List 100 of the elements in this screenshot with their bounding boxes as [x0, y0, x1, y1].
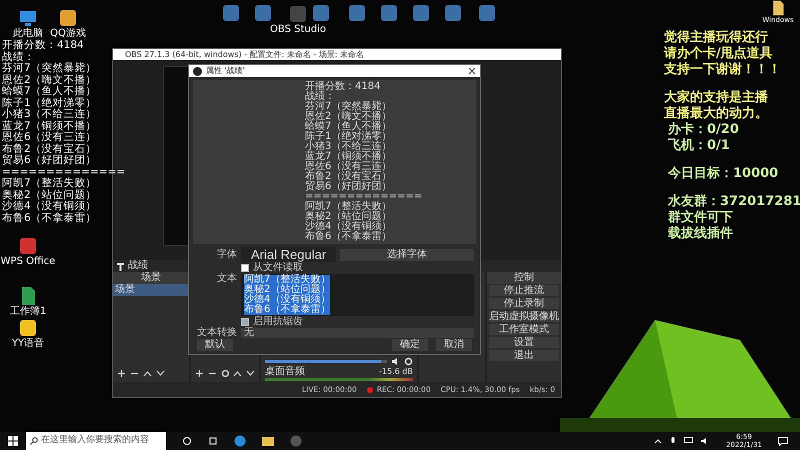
icon-label[interactable]: 工作簿1 [10, 306, 46, 317]
preview-text-line: 布鲁2（没有宝石） [305, 172, 392, 182]
preview-text-line: 恩佐6（没有三连） [305, 162, 392, 172]
windows-logo-icon[interactable] [8, 436, 18, 446]
overlay-text-line: 蓝龙7（铜须不播） [2, 120, 98, 132]
preview-text-line: 阿凯7（整活失败） [305, 202, 392, 212]
browser-icon[interactable] [234, 435, 246, 447]
overlay-text-line: 战绩： [2, 52, 36, 62]
overlay-text-line: 今日目标：10000 [666, 166, 780, 182]
text-icon [116, 262, 125, 270]
scene-item[interactable]: 场景 [113, 284, 189, 296]
volume-slider[interactable] [264, 360, 387, 363]
selected-text: 阿凯7（整活失败） [244, 275, 330, 285]
dialog-title: 属性 '战绩' [206, 65, 245, 77]
overlay-text-line: 恩佐6（没有三连） [2, 132, 98, 143]
preview-text-line: 陈子1（绝对涕零） [305, 132, 392, 142]
notification-icon[interactable] [778, 436, 788, 446]
select-font-button[interactable]: 选择字体 [340, 248, 474, 260]
down-icon[interactable] [156, 369, 165, 378]
app-logo-icon [193, 66, 202, 76]
checkbox[interactable] [241, 318, 249, 326]
preview-text-line: 贸易6（好团好团） [305, 182, 392, 192]
selected-text: 奥秘2（站位问题） [244, 285, 330, 295]
app-icon [348, 4, 366, 22]
overlay-text-line: ============== [2, 166, 126, 178]
overlay-text-line: 载拔线插件 [667, 226, 734, 242]
selected-text: 沙德4（没有铜须） [244, 295, 330, 305]
overlay-text-line: 开播分数：4184 [2, 40, 85, 51]
preview-text-line: 布鲁6（不拿泰雷） [305, 232, 392, 242]
microphone-icon[interactable] [670, 436, 676, 446]
control-button[interactable]: 工作室模式 [489, 324, 559, 335]
circle-icon[interactable] [182, 436, 192, 446]
search-field[interactable]: 在这里输入你要搜索的内容 [26, 432, 166, 450]
preview-text-line: 开播分数：4184 [305, 82, 382, 92]
preview-text-line: 恩佐2（嗨文不播） [305, 112, 392, 122]
overlay-text-line: 恩佐2（嗨文不播） [2, 74, 98, 86]
search-icon [30, 437, 38, 445]
icon-label[interactable]: QQ游戏 [50, 28, 86, 39]
computer-icon[interactable] [18, 8, 38, 28]
task-view-icon[interactable] [208, 436, 218, 446]
preview-text-line: 蛤蟆7（鱼人不播） [305, 122, 392, 132]
app-icon [222, 4, 240, 22]
font-name: Arial Regular [241, 247, 336, 262]
control-button[interactable]: 停止推流 [489, 285, 559, 296]
app-icon [254, 4, 272, 22]
window-title: OBS 27.1.3 (64-bit, windows) - 配置文件: 未命名 - 场景: 未命名 [113, 49, 561, 60]
overlay-text-line: 奥秘2（站位问题） [2, 190, 98, 200]
preview-text-line: 战绩： [305, 92, 336, 102]
down-icon[interactable] [246, 369, 255, 378]
audio-source-name: 桌面音频 [264, 366, 305, 378]
text-area[interactable]: 阿凯7（整活失败） 奥秘2（站位问题） 沙德4（没有铜须） 布鲁6（不拿泰雷） [241, 274, 474, 316]
dialog-button[interactable]: 确定 [392, 339, 428, 351]
overlay-text-line: 布鲁6（不拿泰雷） [2, 212, 98, 224]
checkbox-label: 从文件读取 [253, 263, 303, 273]
control-button[interactable]: 设置 [489, 337, 559, 348]
field-label: 文本转换 [196, 328, 237, 338]
icon-label[interactable]: OBS Studio [270, 24, 326, 35]
app-icon[interactable] [58, 8, 78, 28]
volume-reading: -15.6 dB [379, 366, 413, 378]
preview-text-line: 蓝龙7（铜须不播） [305, 152, 392, 162]
icon-label[interactable]: YY语音 [12, 338, 44, 349]
icon-label[interactable]: 此电脑 [13, 28, 43, 39]
source-name: 战绩 [128, 260, 148, 272]
panel-header: 场景 [113, 272, 189, 284]
control-button[interactable]: 启动虚拟摄像机 [489, 311, 559, 322]
up-icon[interactable] [233, 369, 242, 378]
speaker-icon[interactable] [390, 357, 400, 366]
app-icon [380, 4, 398, 22]
up-icon[interactable] [143, 369, 152, 378]
checkbox[interactable] [241, 264, 249, 272]
plus-icon[interactable] [117, 369, 126, 378]
app-icon [444, 4, 462, 22]
field-label: 文本 [216, 274, 237, 284]
control-button[interactable]: 退出 [489, 350, 559, 361]
overlay-text-line: 沙德4（没有铜须） [2, 201, 98, 212]
plus-icon[interactable] [194, 369, 204, 378]
app-icon[interactable] [18, 318, 38, 338]
chevron-up-icon[interactable] [654, 437, 662, 445]
preview-text-line: ============== [305, 192, 424, 202]
dialog-button[interactable]: 取消 [436, 339, 472, 351]
overlay-text-line: 贸易6（好团好团） [2, 155, 98, 166]
dialog-button[interactable]: 默认 [197, 339, 233, 351]
control-button[interactable]: 停止录制 [489, 298, 559, 309]
dropdown[interactable]: 无 [241, 328, 474, 338]
overlay-text-line: 小猪3（不给三连） [2, 109, 98, 120]
app-icon [412, 4, 430, 22]
overlay-text-line: 芬河7（突然暴毙） [2, 63, 98, 74]
overlay-text-line: 支持一下谢谢！！！ [664, 62, 782, 78]
overlay-text-line: 布鲁2（没有宝石） [2, 144, 98, 154]
overlay-text-line: 群文件可下 [667, 210, 734, 226]
preview-text-line: 芬河7（突然暴毙） [305, 102, 392, 112]
panel-header: 控制 [487, 272, 561, 284]
document-icon[interactable] [770, 0, 786, 16]
overlay-text-line: 飞机：0/1 [667, 138, 731, 154]
preview-text-line: 奥秘2（站位问题） [305, 212, 392, 222]
folder-icon[interactable] [262, 436, 274, 446]
field-label: 字体 [216, 250, 237, 260]
checkbox-label: 启用抗锯齿 [253, 317, 303, 327]
close-icon[interactable] [468, 67, 476, 75]
icon-label[interactable]: WPS Office [0, 256, 56, 267]
